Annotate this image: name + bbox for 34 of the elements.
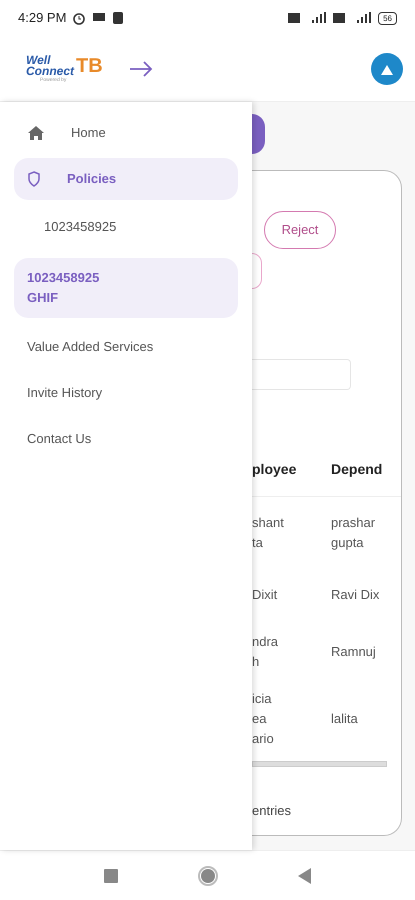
alarm-icon [72, 11, 86, 25]
drawer-item[interactable]: Invite History [14, 372, 238, 414]
shield-icon [27, 171, 41, 187]
table-cell-text: icia ea ario [252, 690, 275, 748]
signal-icon [333, 12, 374, 24]
back-icon[interactable] [298, 868, 311, 884]
table-cell-text: Dixit [252, 586, 278, 604]
drawer-item[interactable]: Policies [14, 158, 238, 200]
search-field[interactable] [252, 359, 351, 390]
table-cell-text: prashar gupta [331, 514, 376, 552]
battery-level: 56 [378, 12, 397, 24]
drawer-item[interactable]: Value Added Services [14, 326, 238, 368]
partial-button[interactable] [252, 253, 262, 289]
table-cell-text: ndra h [252, 633, 280, 671]
drawer-item[interactable]: 1023458925 [14, 204, 238, 250]
status-time: 4:29 PM [18, 9, 66, 28]
table-cell-text: shant ta [252, 514, 285, 552]
column-header: ployee [252, 460, 298, 479]
signal-icon [288, 12, 328, 24]
table-cell-text: Ramnuj [331, 643, 376, 661]
column-header: Depend [331, 460, 382, 479]
drawer-item[interactable]: Contact Us [14, 418, 238, 460]
table-cell-text: Ravi Dix [331, 586, 380, 604]
tab-edge [252, 114, 265, 154]
drawer-item[interactable]: Home [14, 112, 238, 154]
drawer-item[interactable]: 1023458925 GHIF [14, 258, 238, 318]
recent-apps-icon[interactable] [104, 868, 118, 882]
avatar-icon[interactable] [371, 52, 403, 84]
home-icon [27, 125, 45, 141]
table-cell-text: lalita [331, 710, 358, 728]
reject-button[interactable]: Reject [264, 211, 336, 249]
home-button-icon[interactable] [198, 866, 218, 886]
entries-text: entries [252, 802, 292, 820]
arrow-right-icon[interactable] [128, 60, 153, 76]
